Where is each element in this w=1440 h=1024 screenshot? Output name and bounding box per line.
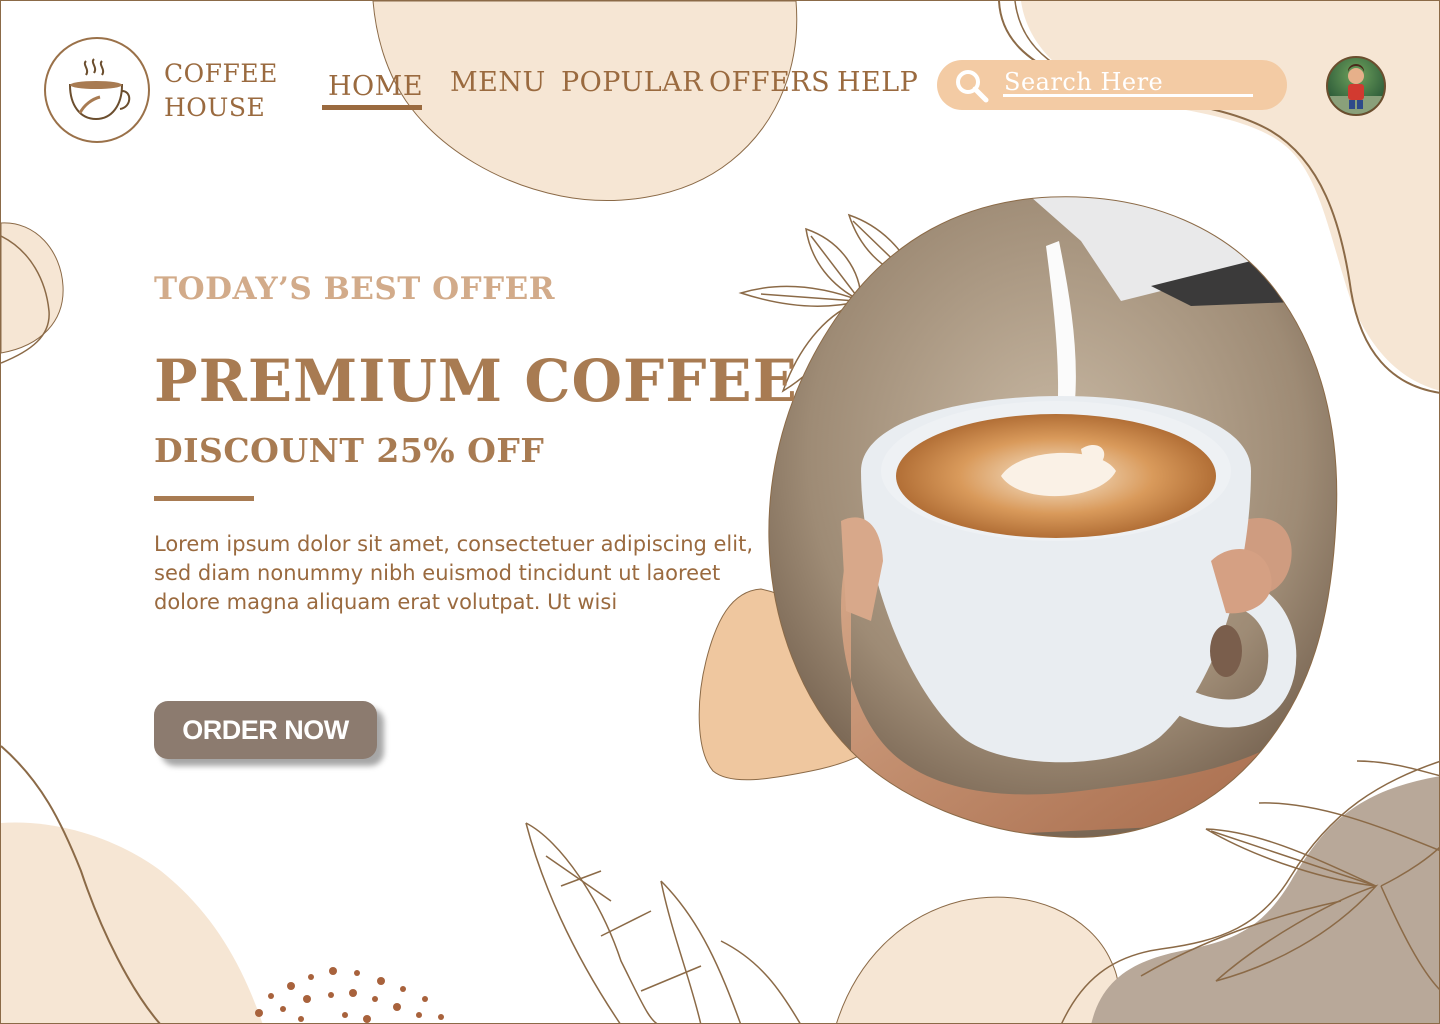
landing-page: COFFEE HOUSE HOME MENU POPULAR OFFERS HE… [0, 0, 1440, 1024]
offer-eyebrow: TODAY’S BEST OFFER [154, 271, 556, 307]
headline-divider [154, 496, 254, 501]
search-underline [1003, 94, 1253, 97]
discount-label: DISCOUNT 25% OFF [154, 431, 545, 470]
search-bar[interactable]: Search Here [937, 60, 1287, 110]
nav-help[interactable]: HELP [837, 67, 918, 98]
nav-offers[interactable]: OFFERS [709, 67, 830, 98]
brand-name: COFFEE HOUSE [164, 57, 278, 125]
order-now-button[interactable]: ORDER NOW [154, 701, 377, 759]
hero-description: Lorem ipsum dolor sit amet, consectetuer… [154, 532, 754, 614]
logo[interactable] [44, 37, 150, 143]
brand-line-1: COFFEE [164, 59, 278, 88]
nav-home[interactable]: HOME [328, 71, 423, 102]
avatar[interactable] [1326, 56, 1386, 116]
nav-menu[interactable]: MENU [450, 67, 546, 98]
nav-popular[interactable]: POPULAR [561, 67, 703, 98]
hero-coffee-image [768, 196, 1338, 838]
brand-line-2: HOUSE [164, 93, 266, 122]
search-icon [956, 70, 989, 103]
nav-active-indicator [322, 105, 422, 110]
hero-headline: PREMIUM COFFEE [154, 347, 798, 415]
coffee-cup-icon [68, 58, 131, 121]
user-avatar-icon [1328, 64, 1384, 114]
search-input[interactable]: Search Here [1004, 68, 1163, 96]
